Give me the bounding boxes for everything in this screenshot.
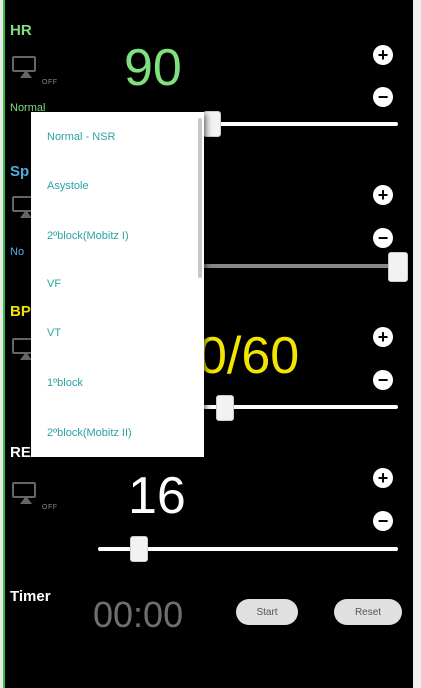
dropdown-scrollbar[interactable]: [198, 118, 202, 278]
right-edge: [413, 0, 421, 688]
timer-label: Timer: [10, 588, 51, 605]
hr-monitor-icon[interactable]: [12, 56, 40, 78]
spo2-slider[interactable]: [190, 264, 402, 268]
dropdown-option-2-block-mobitz-ii[interactable]: 2ºblock(Mobitz II): [47, 427, 132, 439]
hr-slider-thumb[interactable]: [203, 111, 221, 137]
timer-start-button[interactable]: Start: [236, 599, 298, 625]
bp-value: 0/60: [198, 327, 300, 385]
hr-increase-button[interactable]: +: [373, 45, 393, 65]
bp-slider-thumb[interactable]: [216, 395, 234, 421]
resp-increase-button[interactable]: +: [373, 468, 393, 488]
dropdown-option-asystole[interactable]: Asystole: [47, 180, 89, 192]
spo2-label: Sp: [10, 163, 30, 180]
left-edge: [0, 0, 5, 688]
hr-decrease-button[interactable]: −: [373, 87, 393, 107]
rhythm-dropdown[interactable]: Normal - NSR Asystole 2ºblock(Mobitz I) …: [31, 112, 204, 457]
resp-monitor-icon[interactable]: [12, 482, 40, 504]
resp-value: 16: [128, 467, 186, 525]
dropdown-option-vf[interactable]: VF: [47, 278, 61, 290]
resp-decrease-button[interactable]: −: [373, 511, 393, 531]
bp-decrease-button[interactable]: −: [373, 370, 393, 390]
dropdown-option-vt[interactable]: VT: [47, 327, 61, 339]
spo2-decrease-button[interactable]: −: [373, 228, 393, 248]
timer-value: 00:00: [93, 594, 184, 635]
dropdown-option-2-block-mobitz-i[interactable]: 2ºblock(Mobitz I): [47, 230, 129, 242]
bp-increase-button[interactable]: +: [373, 327, 393, 347]
timer-reset-button[interactable]: Reset: [334, 599, 402, 625]
dropdown-option-1-block[interactable]: 1ºblock: [47, 377, 83, 389]
hr-label: HR: [10, 22, 32, 39]
hr-slider[interactable]: [190, 122, 398, 126]
bp-label: BP: [10, 303, 31, 320]
resp-off-label: OFF: [42, 504, 58, 511]
dropdown-option-normal-nsr[interactable]: Normal - NSR: [47, 131, 115, 143]
hr-value: 90: [124, 39, 182, 97]
spo2-mode-label[interactable]: No: [10, 246, 24, 258]
resp-slider-thumb[interactable]: [130, 536, 148, 562]
spo2-slider-thumb[interactable]: [388, 252, 408, 282]
resp-label: RE: [10, 444, 31, 461]
hr-off-label: OFF: [42, 79, 58, 86]
spo2-increase-button[interactable]: +: [373, 185, 393, 205]
